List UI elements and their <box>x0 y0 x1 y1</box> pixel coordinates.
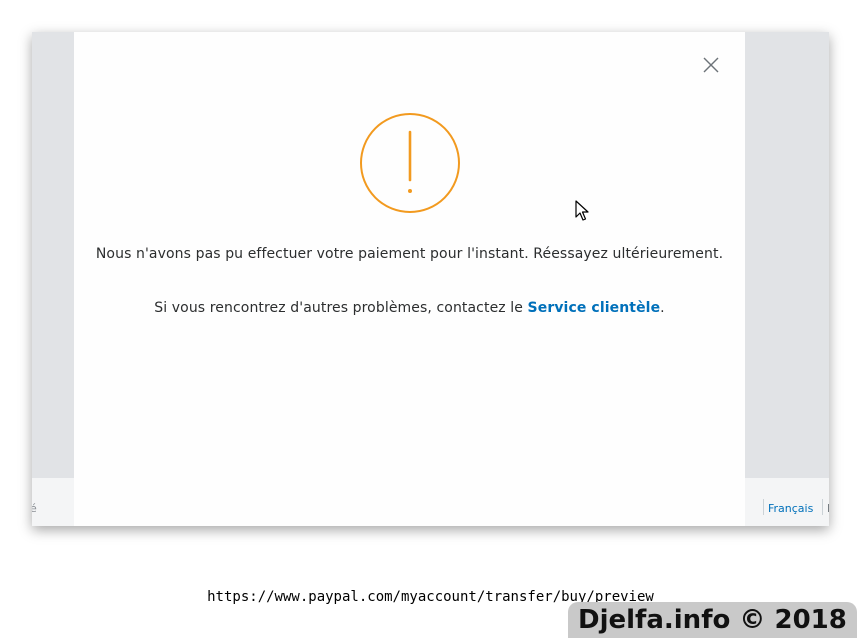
error-message: Nous n'avons pas pu effectuer votre paie… <box>95 246 724 262</box>
footer-language-french[interactable]: Français <box>768 502 813 515</box>
customer-service-link[interactable]: Service clientèle <box>528 300 661 316</box>
exclamation-circle-icon <box>360 113 460 213</box>
close-button[interactable] <box>698 52 724 78</box>
footer-divider <box>763 499 764 515</box>
watermark: Djelfa.info © 2018 <box>568 602 857 638</box>
error-dialog: Nous n'avons pas pu effectuer votre paie… <box>74 32 745 526</box>
footer-language-next[interactable]: E <box>827 502 829 515</box>
support-message: Si vous rencontrez d'autres problèmes, c… <box>74 300 745 316</box>
footer-left-fragment: é <box>32 502 37 515</box>
browser-viewport: é sh Français E Nous n'avons pas pu effe… <box>32 32 829 526</box>
support-message-prefix: Si vous rencontrez d'autres problèmes, c… <box>154 300 528 316</box>
close-icon <box>703 57 719 73</box>
support-message-suffix: . <box>660 300 665 316</box>
footer-divider <box>822 499 823 515</box>
mouse-pointer-icon <box>575 200 589 221</box>
watermark-text: Djelfa.info © 2018 <box>578 605 847 635</box>
